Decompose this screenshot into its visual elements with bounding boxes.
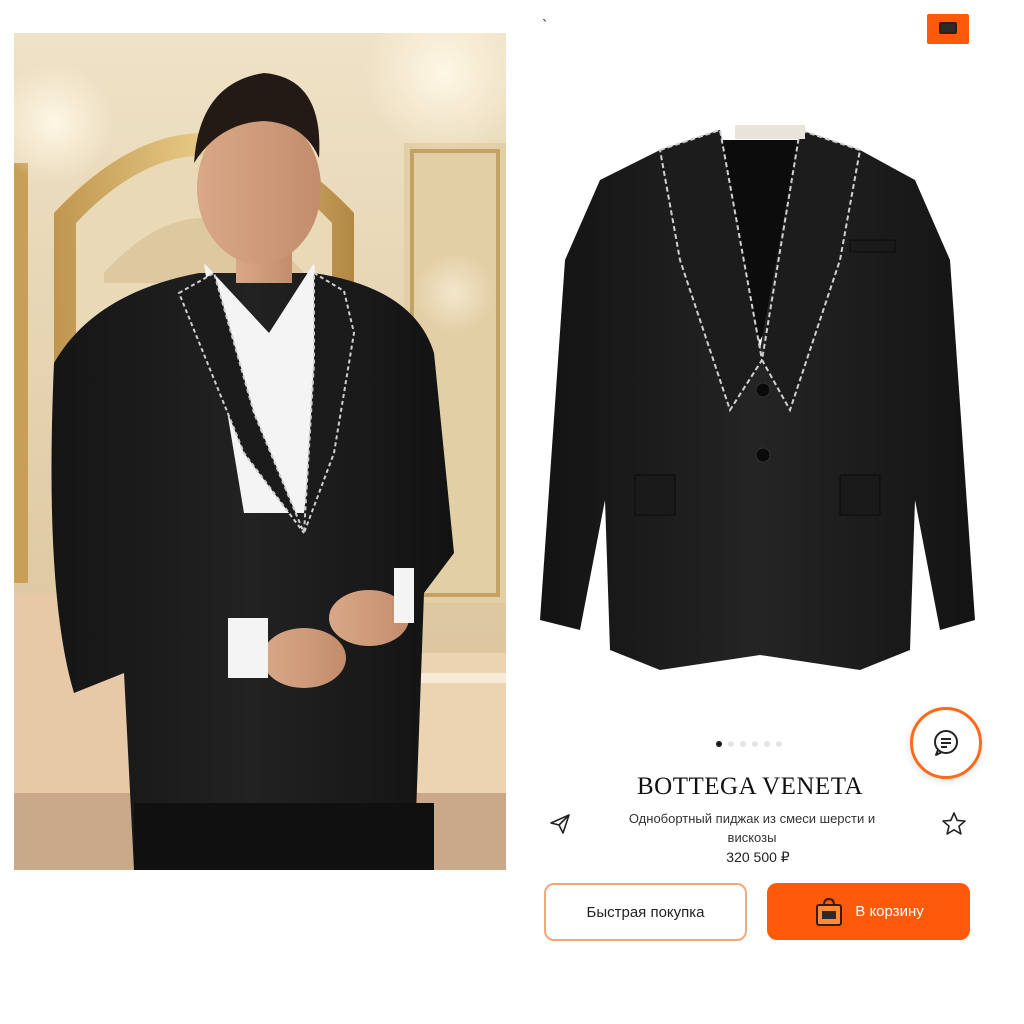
back-icon[interactable]: `	[542, 19, 550, 35]
pagination-dot[interactable]	[716, 741, 722, 747]
chat-bubble-icon	[934, 730, 958, 756]
cart-header-button[interactable]	[927, 14, 969, 44]
brand-name[interactable]: BOTTEGA VENETA	[580, 773, 920, 801]
star-icon[interactable]	[940, 810, 968, 838]
paper-plane-icon[interactable]	[548, 812, 572, 836]
product-description: Однобортный пиджак из смеси шерсти и вис…	[628, 811, 876, 845]
product-price: 320 500 ₽	[726, 849, 790, 865]
pagination-dot[interactable]	[764, 741, 770, 747]
model-photo	[14, 33, 506, 870]
pagination-dot[interactable]	[776, 741, 782, 747]
quick-buy-label: Быстрая покупка	[586, 903, 705, 921]
shopping-bag-icon	[816, 897, 843, 926]
pagination-dot[interactable]	[752, 741, 758, 747]
gallery-pagination[interactable]	[716, 741, 782, 747]
quick-buy-button[interactable]: Быстрая покупка	[544, 883, 747, 941]
add-to-cart-button[interactable]: В корзину	[767, 883, 970, 940]
chat-button[interactable]	[910, 707, 982, 779]
product-image[interactable]	[530, 110, 990, 690]
add-to-cart-label: В корзину	[855, 903, 924, 920]
pagination-dot[interactable]	[740, 741, 746, 747]
pagination-dot[interactable]	[728, 741, 734, 747]
